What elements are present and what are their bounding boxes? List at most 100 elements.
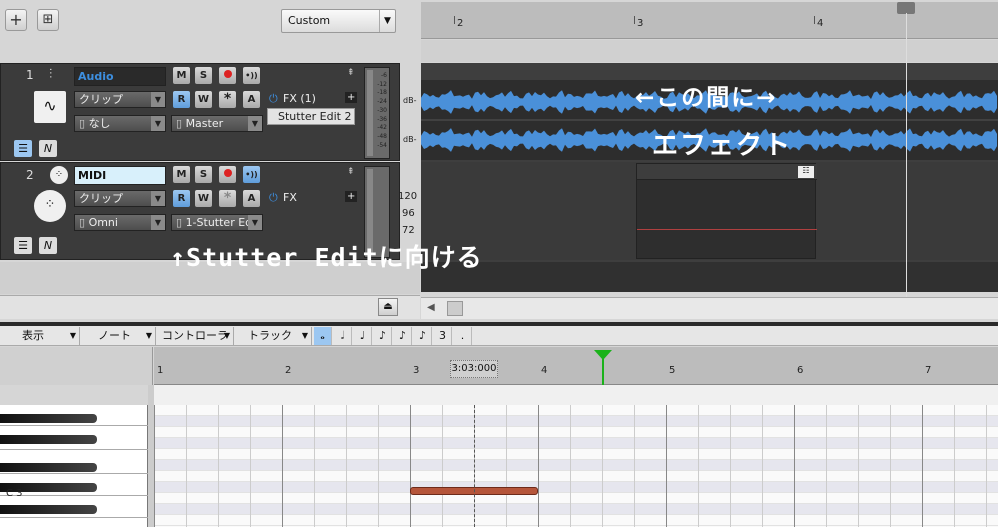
collapse-icon[interactable]: ⇞ [347, 167, 355, 177]
record-arm-button[interactable] [219, 67, 236, 84]
lanes-icon[interactable]: ☰ [14, 140, 32, 157]
mixer-icon: ⫶ [49, 67, 53, 82]
track-name-field[interactable]: Audio [74, 67, 166, 86]
track-audio: 1 ⫶ Audio M S •)) ⇞ ∿ クリップ ▼ R W * A ⏻ FX… [0, 63, 400, 161]
meter-label: -48 [377, 132, 387, 140]
half-note-button[interactable]: 𝅗𝅥 [334, 327, 352, 345]
audio-waveform-icon: ∿ [34, 91, 66, 123]
input-dropdown[interactable]: ▯ Omni ▼ [74, 214, 166, 231]
scrollbar-thumb[interactable] [447, 301, 463, 316]
black-key[interactable] [0, 414, 97, 423]
clip-label: クリップ [79, 93, 123, 106]
output-dropdown[interactable]: ▯ Master ▼ [171, 115, 263, 132]
meter-label: -6 [381, 72, 387, 79]
timeline-ruler[interactable]: 2 3 4 [421, 2, 998, 39]
freeze-button[interactable]: * [219, 190, 236, 207]
eighth-note-button[interactable]: ♪ [374, 327, 392, 345]
meter-label: -12 [377, 80, 387, 88]
automation-icon[interactable]: N [39, 237, 57, 254]
track-number: 1 [26, 68, 34, 82]
freeze-button[interactable]: * [219, 91, 236, 108]
sixteenth-note-button[interactable]: ♪ [394, 327, 412, 345]
ruler-tick: 3 [637, 18, 644, 29]
horizontal-scrollbar[interactable]: ◀ [421, 297, 998, 319]
add-folder-icon[interactable]: ⊞ [37, 9, 59, 31]
input-echo-button[interactable]: •)) [243, 166, 260, 183]
input-dropdown[interactable]: ▯ なし ▼ [74, 115, 166, 132]
output-label: 1-Stutter Ed [185, 216, 253, 229]
midi-clip[interactable] [636, 163, 817, 259]
power-icon[interactable]: ⏻ [269, 191, 278, 205]
meter-label: -42 [377, 124, 387, 132]
menu-label: ノート [98, 329, 131, 342]
read-automation-button[interactable]: R [173, 190, 190, 207]
solo-button[interactable]: S [195, 166, 212, 183]
custom-preset-label: Custom [288, 14, 331, 27]
velocity-label: 120 [398, 191, 418, 202]
annotation-route: ↑Stutter Editに向ける [170, 243, 483, 272]
midi-port-icon: ⁘ [50, 166, 68, 184]
lanes-icon[interactable]: ☰ [14, 237, 32, 254]
track-name-field[interactable]: MIDI [74, 166, 166, 185]
mute-button[interactable]: M [173, 166, 190, 183]
archive-button[interactable]: A [243, 190, 260, 207]
scroll-left-icon[interactable]: ◀ [427, 302, 435, 313]
black-key[interactable] [0, 463, 97, 472]
input-label: なし [88, 117, 111, 130]
menu-view[interactable]: 表示 ▼ [0, 327, 80, 345]
clip-menu-icon[interactable]: ☷ [798, 166, 814, 178]
output-label: Master [185, 117, 224, 130]
track-number: 2 [26, 168, 34, 182]
clip-dropdown[interactable]: クリップ ▼ [74, 190, 166, 207]
fx-item-stutter-edit[interactable]: Stutter Edit 2 [267, 108, 355, 125]
triplet-button[interactable]: 3 [434, 327, 452, 345]
db-label: dB- [403, 135, 417, 144]
ruler-tick: 7 [925, 365, 932, 376]
chevron-down-icon: ▼ [69, 331, 76, 340]
cursor-time-readout: 3:03:000 [450, 360, 498, 378]
piano-roll-ruler[interactable]: 1 2 3 4 5 6 7 3:03:000 [154, 347, 998, 385]
menu-label: コントローラ [162, 329, 228, 342]
black-key[interactable] [0, 435, 97, 444]
fx-add-button[interactable]: + [345, 92, 358, 103]
output-dropdown[interactable]: ▯ 1-Stutter Ed ▼ [171, 214, 263, 231]
ruler-tick: 2 [457, 18, 464, 29]
menu-tracks[interactable]: トラック ▼ [234, 327, 312, 345]
note-grid[interactable] [154, 405, 998, 527]
dotted-button[interactable]: . [454, 327, 472, 345]
power-icon[interactable]: ⏻ [269, 92, 278, 106]
add-track-button[interactable]: + [5, 9, 27, 31]
chevron-down-icon: ▼ [223, 331, 230, 340]
archive-button[interactable]: A [243, 91, 260, 108]
record-arm-button[interactable] [219, 166, 236, 183]
collapse-icon[interactable]: ⇞ [347, 68, 355, 78]
automation-icon[interactable]: N [39, 140, 57, 157]
thirtysecond-note-button[interactable]: ♪ [414, 327, 432, 345]
meter-label: -24 [377, 98, 387, 106]
mute-button[interactable]: M [173, 67, 190, 84]
clip-dropdown[interactable]: クリップ ▼ [74, 91, 166, 108]
whole-note-button[interactable]: 𝅝 [314, 327, 332, 345]
read-automation-button[interactable]: R [173, 91, 190, 108]
solo-button[interactable]: S [195, 67, 212, 84]
chevron-down-icon: ▼ [379, 10, 395, 32]
write-automation-button[interactable]: W [195, 190, 212, 207]
level-meter: -6 -12 -18 -24 -30 -36 -42 -48 -54 [364, 67, 390, 159]
chevron-down-icon: ▼ [145, 331, 152, 340]
black-key[interactable] [0, 505, 97, 514]
ruler-tick: 1 [157, 365, 164, 376]
eject-icon[interactable]: ⏏ [378, 298, 398, 316]
custom-preset-dropdown[interactable]: Custom ▼ [281, 9, 396, 33]
ruler-tick: 3 [413, 365, 420, 376]
menu-notes[interactable]: ノート ▼ [80, 327, 156, 345]
piano-keyboard[interactable]: C 3 [0, 405, 148, 527]
menu-controllers[interactable]: コントローラ ▼ [156, 327, 234, 345]
annotation-effect: エフェクト [652, 131, 793, 161]
input-echo-button[interactable]: •)) [243, 67, 260, 84]
ruler-tick: 6 [797, 365, 804, 376]
meter-label: -54 [377, 141, 387, 149]
write-automation-button[interactable]: W [195, 91, 212, 108]
velocity-label: 72 [402, 225, 415, 236]
fx-add-button[interactable]: + [345, 191, 358, 202]
quarter-note-button[interactable]: ♩ [354, 327, 372, 345]
